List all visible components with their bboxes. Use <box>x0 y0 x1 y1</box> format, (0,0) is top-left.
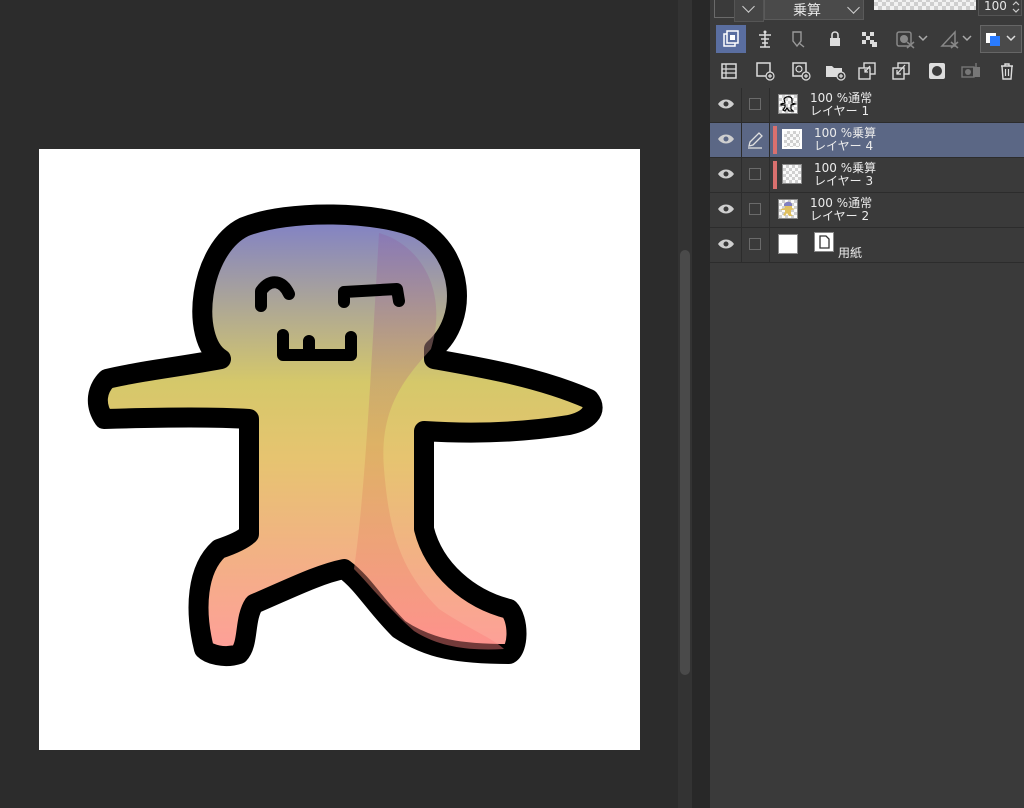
layer-label: 100 %乗算 レイヤー 3 <box>814 161 877 188</box>
new-vector-layer-icon[interactable] <box>786 57 816 85</box>
eye-icon[interactable] <box>717 133 735 145</box>
ruler-icon[interactable] <box>936 25 976 53</box>
layer-row-paper[interactable]: 用紙 <box>710 228 1024 263</box>
divider <box>741 88 742 122</box>
layer-opacity: 100 <box>814 126 837 140</box>
divider <box>769 193 770 227</box>
new-folder-icon[interactable] <box>820 57 850 85</box>
layer-thumbnail <box>778 94 798 114</box>
canvas-area[interactable] <box>0 0 678 808</box>
eye-icon[interactable] <box>717 168 735 180</box>
divider <box>741 193 742 227</box>
lock-icon[interactable] <box>820 25 850 53</box>
chevron-down-icon <box>742 0 755 13</box>
pen-icon <box>748 132 763 149</box>
opacity-input[interactable]: 100 <box>978 0 1022 16</box>
layer-property-toolbar <box>710 24 1024 54</box>
mask-icon[interactable] <box>892 25 932 53</box>
paper-icon <box>814 232 834 252</box>
draft-layer-icon[interactable] <box>782 25 812 53</box>
transfer-to-lower-icon[interactable] <box>852 57 882 85</box>
layer-row[interactable]: 100 %通常 レイヤー 1 <box>710 88 1024 123</box>
layer-opacity: 100 <box>810 91 833 105</box>
layer-color-icon[interactable] <box>980 25 1022 53</box>
opacity-value: 100 <box>984 0 1007 13</box>
layer-thumbnail <box>778 199 798 219</box>
layer-row[interactable]: 100 %通常 レイヤー 2 <box>710 193 1024 228</box>
lock-transparency-icon[interactable] <box>854 25 884 53</box>
scrollbar-thumb[interactable] <box>680 250 690 675</box>
clipping-indicator <box>773 126 777 154</box>
reference-layer-icon[interactable] <box>750 25 780 53</box>
eye-icon[interactable] <box>717 203 735 215</box>
opacity-slider[interactable] <box>874 0 976 10</box>
layer-row[interactable]: 100 %乗算 レイヤー 4 <box>710 123 1024 158</box>
layer-blend-mode: 乗算 <box>852 126 877 140</box>
layer-thumbnail <box>782 164 802 184</box>
layer-thumbnail <box>782 129 802 149</box>
layer-blend-mode: 通常 <box>848 91 873 105</box>
eye-icon[interactable] <box>717 238 735 250</box>
blend-mode-select[interactable]: 乗算 <box>764 0 864 20</box>
divider <box>769 123 770 157</box>
delete-layer-icon[interactable] <box>992 57 1022 85</box>
clipping-indicator <box>773 161 777 189</box>
apply-mask-icon[interactable] <box>956 57 986 85</box>
layer-panel: 乗算 100 用紙 100 %通常 レイヤー 1 100 %乗算 レイヤー 4 … <box>710 0 1024 808</box>
blend-mode-row: 乗算 100 <box>710 0 1024 22</box>
layer-action-toolbar <box>710 56 1024 86</box>
layer-thumbnail <box>778 234 798 254</box>
layer-name: レイヤー 4 <box>814 139 874 153</box>
layer-blend-mode: 乗算 <box>852 161 877 175</box>
layer-label: 100 %乗算 レイヤー 4 <box>814 126 877 153</box>
layer-opacity: 100 <box>810 196 833 210</box>
eye-icon[interactable] <box>717 98 735 110</box>
layer-checkbox[interactable] <box>749 168 761 180</box>
drawing-canvas[interactable] <box>39 149 640 750</box>
layer-name: レイヤー 1 <box>810 104 870 118</box>
new-raster-layer-icon[interactable] <box>750 57 780 85</box>
layer-name: レイヤー 3 <box>814 174 874 188</box>
layer-name: レイヤー 2 <box>810 209 870 223</box>
divider <box>769 158 770 192</box>
character-body <box>87 204 603 667</box>
create-mask-icon[interactable] <box>922 57 952 85</box>
layer-label: 100 %通常 レイヤー 2 <box>810 196 873 223</box>
layer-checkbox[interactable] <box>749 203 761 215</box>
layer-checkbox[interactable] <box>749 238 761 250</box>
layer-properties-icon[interactable] <box>714 57 744 85</box>
panel-divider[interactable] <box>692 0 710 808</box>
layer-color-swatch[interactable] <box>714 0 736 18</box>
divider <box>741 158 742 192</box>
divider <box>769 228 770 262</box>
spin-arrows-icon[interactable] <box>1012 0 1020 14</box>
layer-label: 100 %通常 レイヤー 1 <box>810 91 873 118</box>
divider <box>741 228 742 262</box>
merge-down-icon[interactable] <box>886 57 916 85</box>
layer-name: 用紙 <box>838 246 863 260</box>
layer-opacity: 100 <box>814 161 837 175</box>
blend-mode-label: 乗算 <box>793 3 821 19</box>
divider <box>769 88 770 122</box>
chevron-down-icon <box>847 1 860 14</box>
character-illustration <box>87 204 603 667</box>
layer-row[interactable]: 100 %乗算 レイヤー 3 <box>710 158 1024 193</box>
layer-blend-mode: 通常 <box>848 196 873 210</box>
clip-to-layer-below-icon[interactable] <box>716 25 746 53</box>
layer-checkbox[interactable] <box>749 98 761 110</box>
divider <box>741 123 742 157</box>
swatch-dropdown[interactable] <box>734 0 764 22</box>
